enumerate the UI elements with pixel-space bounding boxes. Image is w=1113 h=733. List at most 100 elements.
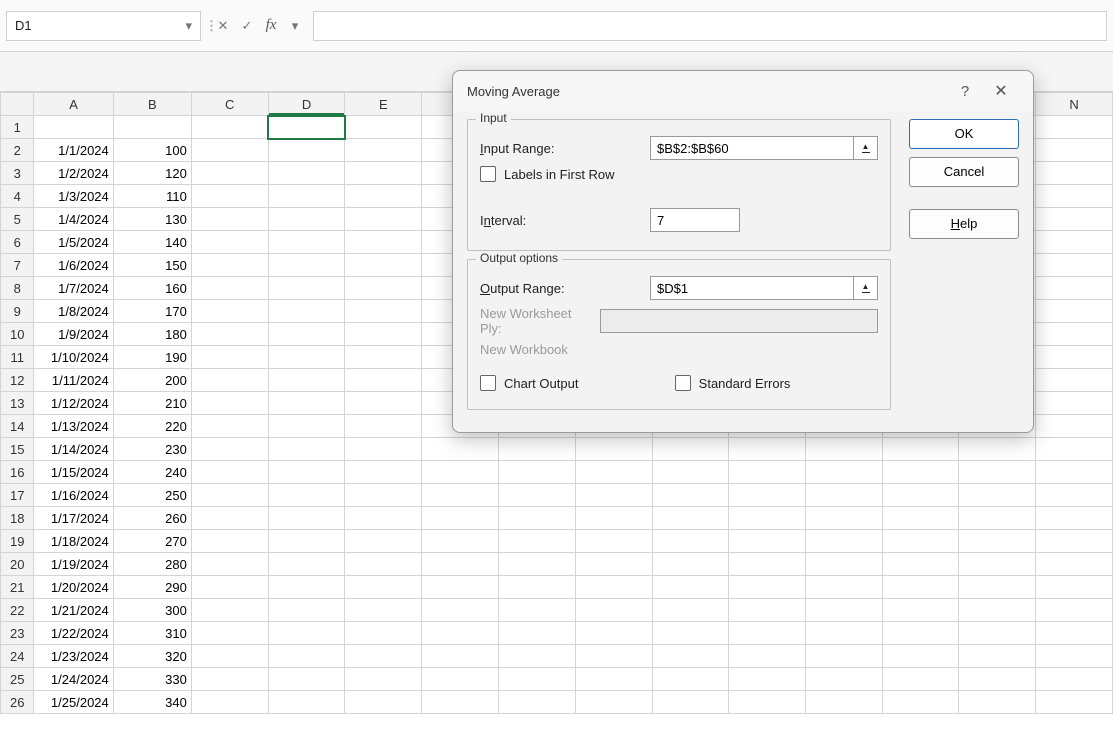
cell[interactable]: 1/12/2024: [34, 392, 113, 415]
cell[interactable]: 340: [113, 691, 191, 714]
cell[interactable]: [805, 668, 882, 691]
cell[interactable]: 110: [113, 185, 191, 208]
cell[interactable]: [191, 323, 268, 346]
close-icon[interactable]: ✕: [983, 81, 1019, 101]
cell[interactable]: [268, 530, 345, 553]
output-range-field[interactable]: [650, 276, 878, 300]
cell[interactable]: [652, 599, 729, 622]
cell[interactable]: [191, 530, 268, 553]
cell[interactable]: [345, 668, 422, 691]
cell[interactable]: 270: [113, 530, 191, 553]
row-header[interactable]: 16: [1, 461, 34, 484]
labels-checkbox-row[interactable]: Labels in First Row: [480, 166, 878, 182]
output-range-input[interactable]: [651, 277, 853, 299]
cell[interactable]: [575, 622, 652, 645]
cell[interactable]: [805, 691, 882, 714]
cell[interactable]: [345, 530, 422, 553]
cell[interactable]: [345, 208, 422, 231]
cell[interactable]: [729, 645, 806, 668]
cell[interactable]: [882, 645, 959, 668]
cell[interactable]: 300: [113, 599, 191, 622]
cell[interactable]: [345, 576, 422, 599]
cell[interactable]: [191, 185, 268, 208]
cell[interactable]: [652, 691, 729, 714]
cell[interactable]: [498, 438, 575, 461]
cell[interactable]: [575, 691, 652, 714]
cell[interactable]: 1/20/2024: [34, 576, 113, 599]
cell[interactable]: [1036, 691, 1113, 714]
cell[interactable]: [268, 300, 345, 323]
cell[interactable]: 1/22/2024: [34, 622, 113, 645]
cell[interactable]: 160: [113, 277, 191, 300]
cell[interactable]: [729, 691, 806, 714]
cell[interactable]: 1/13/2024: [34, 415, 113, 438]
cell[interactable]: [498, 691, 575, 714]
cell[interactable]: 130: [113, 208, 191, 231]
cell[interactable]: 1/1/2024: [34, 139, 113, 162]
cell[interactable]: [191, 162, 268, 185]
cell[interactable]: [268, 116, 345, 139]
cell[interactable]: [345, 622, 422, 645]
cell[interactable]: 290: [113, 576, 191, 599]
row-header[interactable]: 22: [1, 599, 34, 622]
cell[interactable]: [729, 599, 806, 622]
cell[interactable]: [652, 622, 729, 645]
row-header[interactable]: 20: [1, 553, 34, 576]
cell[interactable]: [575, 599, 652, 622]
cell[interactable]: [268, 277, 345, 300]
cell[interactable]: [345, 323, 422, 346]
cell[interactable]: [191, 392, 268, 415]
cell[interactable]: [652, 484, 729, 507]
cell[interactable]: [959, 622, 1036, 645]
cell[interactable]: [575, 438, 652, 461]
cell[interactable]: [422, 461, 499, 484]
cell[interactable]: [1036, 162, 1113, 185]
cell[interactable]: [345, 507, 422, 530]
cell[interactable]: [1036, 346, 1113, 369]
cell[interactable]: [422, 622, 499, 645]
interval-input[interactable]: [650, 208, 740, 232]
cell[interactable]: 1/7/2024: [34, 277, 113, 300]
table-row[interactable]: 151/14/2024230: [1, 438, 1113, 461]
col-header[interactable]: E: [345, 93, 422, 116]
cell[interactable]: [345, 116, 422, 139]
cell[interactable]: [422, 668, 499, 691]
col-header[interactable]: C: [191, 93, 268, 116]
cell[interactable]: [805, 622, 882, 645]
cell[interactable]: [345, 484, 422, 507]
cancel-formula-icon[interactable]: ✕: [211, 14, 235, 38]
cell[interactable]: [882, 507, 959, 530]
cell[interactable]: 1/11/2024: [34, 369, 113, 392]
cell[interactable]: [1036, 300, 1113, 323]
cell[interactable]: [422, 438, 499, 461]
row-header[interactable]: 2: [1, 139, 34, 162]
cell[interactable]: 330: [113, 668, 191, 691]
cell[interactable]: [805, 645, 882, 668]
cell[interactable]: [498, 576, 575, 599]
cell[interactable]: [268, 484, 345, 507]
cell[interactable]: [191, 553, 268, 576]
fx-icon[interactable]: fx: [259, 14, 283, 38]
cell[interactable]: [652, 645, 729, 668]
cell[interactable]: 230: [113, 438, 191, 461]
cell[interactable]: [882, 622, 959, 645]
cell[interactable]: 220: [113, 415, 191, 438]
cell[interactable]: 1/5/2024: [34, 231, 113, 254]
cell[interactable]: [191, 599, 268, 622]
cell[interactable]: [268, 599, 345, 622]
cell[interactable]: [191, 116, 268, 139]
cell[interactable]: [959, 461, 1036, 484]
cell[interactable]: [345, 415, 422, 438]
cell[interactable]: 150: [113, 254, 191, 277]
cell[interactable]: [575, 507, 652, 530]
cell[interactable]: [268, 185, 345, 208]
col-header-selected[interactable]: D: [268, 93, 345, 116]
cell[interactable]: [1036, 323, 1113, 346]
cell[interactable]: [959, 438, 1036, 461]
cell[interactable]: [191, 415, 268, 438]
cell[interactable]: [422, 530, 499, 553]
cell[interactable]: [882, 461, 959, 484]
row-header[interactable]: 24: [1, 645, 34, 668]
cell[interactable]: [422, 645, 499, 668]
cell[interactable]: [268, 691, 345, 714]
